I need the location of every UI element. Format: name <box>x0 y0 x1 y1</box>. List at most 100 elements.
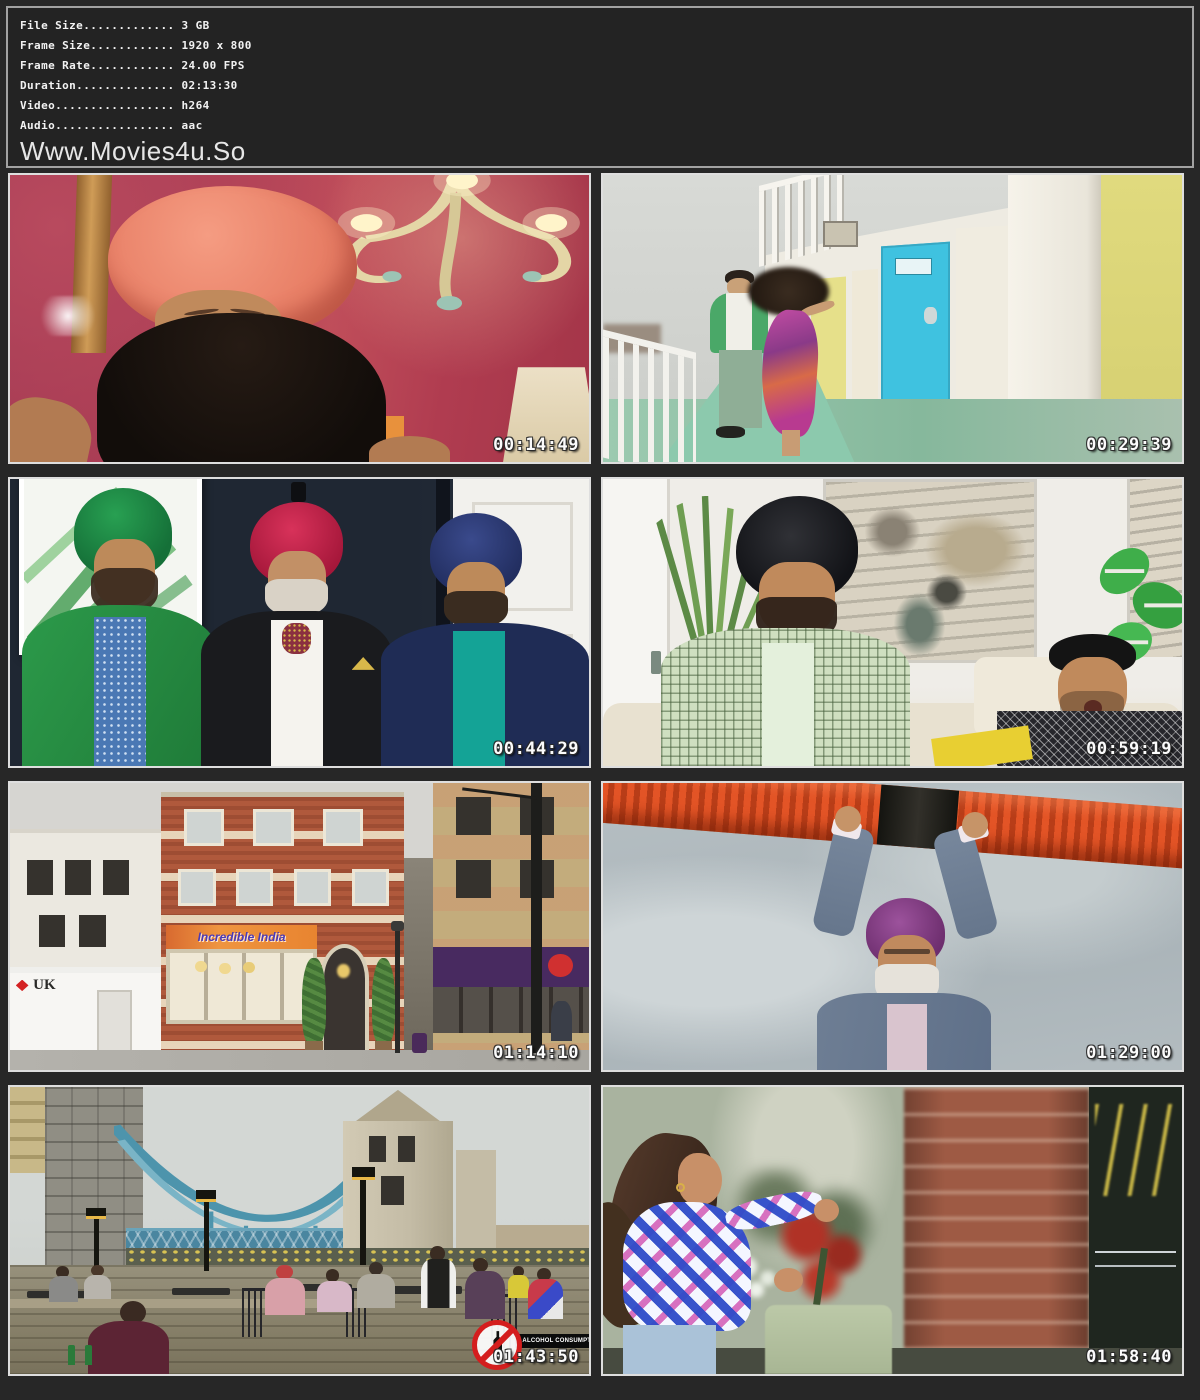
man-red-turban-torso <box>265 1278 306 1315</box>
woman-floral-torso <box>465 1271 506 1320</box>
window <box>456 797 491 834</box>
window <box>294 869 332 906</box>
screenshot-thumb-3[interactable]: 00:44:29 <box>8 477 591 768</box>
window <box>27 860 53 894</box>
wheelie-bin <box>412 1033 427 1053</box>
cravat <box>282 623 311 655</box>
screenshot-thumb-2[interactable]: 00:29:39 <box>601 173 1184 464</box>
diner-torso <box>84 1275 111 1299</box>
window-rail <box>1095 1251 1176 1253</box>
timestamp-overlay: 00:14:49 <box>493 435 579 455</box>
screenshots-grid: 00:14:49 <box>8 173 1184 1376</box>
pink-shirt <box>887 1004 928 1070</box>
timestamp-overlay: 00:44:29 <box>493 739 579 759</box>
white-railing <box>603 330 696 464</box>
wall-speaker <box>291 482 306 502</box>
screenshot-thumb-4[interactable]: 00:59:19 <box>601 477 1184 768</box>
pedestrian <box>551 1001 571 1041</box>
hand <box>774 1268 803 1292</box>
woman-torso <box>317 1281 352 1313</box>
street-lamp-head <box>391 921 404 931</box>
window <box>323 809 364 846</box>
doorway-chandelier <box>337 964 350 978</box>
hand <box>8 390 98 464</box>
lamp-post <box>204 1196 209 1271</box>
timestamp-overlay: 00:29:39 <box>1086 435 1172 455</box>
blue-door-plate <box>895 258 932 274</box>
waiter-torso <box>421 1259 456 1308</box>
scene-beach-huts <box>603 175 1182 462</box>
window <box>352 869 390 906</box>
shop-logo-circle <box>548 954 572 977</box>
cream-door <box>852 269 878 409</box>
glasses <box>884 949 930 954</box>
timestamp-overlay: 01:29:00 <box>1086 1043 1172 1063</box>
hand <box>962 812 988 838</box>
file-info-line: Duration.............. 02:13:30 <box>20 76 1180 96</box>
blue-shirt <box>94 617 146 766</box>
site-watermark: Www.Movies4u.So <box>20 136 1180 166</box>
incredible-india-sign: Incredible India <box>198 930 286 944</box>
woman-face <box>678 1153 721 1205</box>
file-info-line: Frame Size............ 1920 x 800 <box>20 36 1180 56</box>
timestamp-overlay: 01:14:10 <box>493 1043 579 1063</box>
street-lamp <box>395 927 400 1053</box>
arched-doorway <box>320 944 369 1053</box>
shop-sign-text: UK <box>33 977 56 994</box>
uk-sign-label: UK <box>33 977 56 993</box>
side-turret <box>456 1150 497 1248</box>
scene-living-room <box>603 479 1182 766</box>
window <box>456 860 491 897</box>
alcohol-warning-text: ALCOHOL CONSUMPTION IS INJURIOUS <box>522 1338 589 1344</box>
cafe-table <box>172 1288 230 1295</box>
blurred-brick-wall <box>904 1087 1089 1374</box>
scene-red-room <box>10 175 589 462</box>
window <box>79 915 105 947</box>
lamp-head <box>196 1190 216 1201</box>
scene-tower-bridge-cafe: ALCOHOL CONSUMPTION IS INJURIOUS <box>10 1087 589 1374</box>
scene-hanging-pipe <box>603 783 1182 1070</box>
hoodie-man-torso <box>357 1274 395 1308</box>
scene-train-blur <box>603 1087 1182 1374</box>
timestamp-overlay: 01:58:40 <box>1086 1347 1172 1367</box>
orange-pipe <box>601 781 1184 871</box>
hand <box>814 1199 838 1222</box>
diner-torso <box>49 1276 78 1302</box>
arm <box>811 823 875 938</box>
beer-bottle <box>68 1345 75 1365</box>
storefront-window <box>166 949 317 1024</box>
screenshot-thumb-5[interactable]: UK Incredible India <box>8 781 591 1072</box>
window <box>178 869 216 906</box>
lamp-head <box>352 1167 375 1180</box>
hand <box>835 806 861 832</box>
jeans <box>623 1325 716 1374</box>
screenshot-thumb-8[interactable]: 01:58:40 <box>601 1085 1184 1376</box>
screenshot-thumb-1[interactable]: 00:14:49 <box>8 173 591 464</box>
topiary-tree <box>302 958 325 1044</box>
screenshot-thumb-6[interactable]: 01:29:00 <box>601 781 1184 1072</box>
window <box>236 869 274 906</box>
window-lights <box>1095 1104 1176 1196</box>
lamp-head <box>86 1208 106 1219</box>
cafe-chair <box>242 1288 265 1337</box>
colorful-jacket-torso <box>528 1279 563 1319</box>
scene-three-men <box>10 479 589 766</box>
window <box>65 860 91 894</box>
scene-london-street: UK Incredible India <box>10 783 589 1070</box>
window <box>103 860 129 894</box>
green-planter-pot <box>765 1305 892 1374</box>
tower-window <box>398 1136 415 1162</box>
screenshot-thumb-7[interactable]: ALCOHOL CONSUMPTION IS INJURIOUS 01:43:5… <box>8 1085 591 1376</box>
shop-door <box>97 990 132 1053</box>
woman-leg <box>782 430 799 456</box>
file-info-line: Audio................. aac <box>20 116 1180 136</box>
storefront-banner: Incredible India <box>166 925 317 949</box>
timestamp-overlay: 01:43:50 <box>493 1347 579 1367</box>
window <box>253 809 294 846</box>
file-info-panel: File Size............. 3 GB Frame Size..… <box>6 6 1194 168</box>
lamp-post <box>531 783 541 1053</box>
window <box>184 809 225 846</box>
door-latch <box>924 307 937 324</box>
yellow-top-torso <box>508 1275 529 1298</box>
timestamp-overlay: 00:59:19 <box>1086 739 1172 759</box>
